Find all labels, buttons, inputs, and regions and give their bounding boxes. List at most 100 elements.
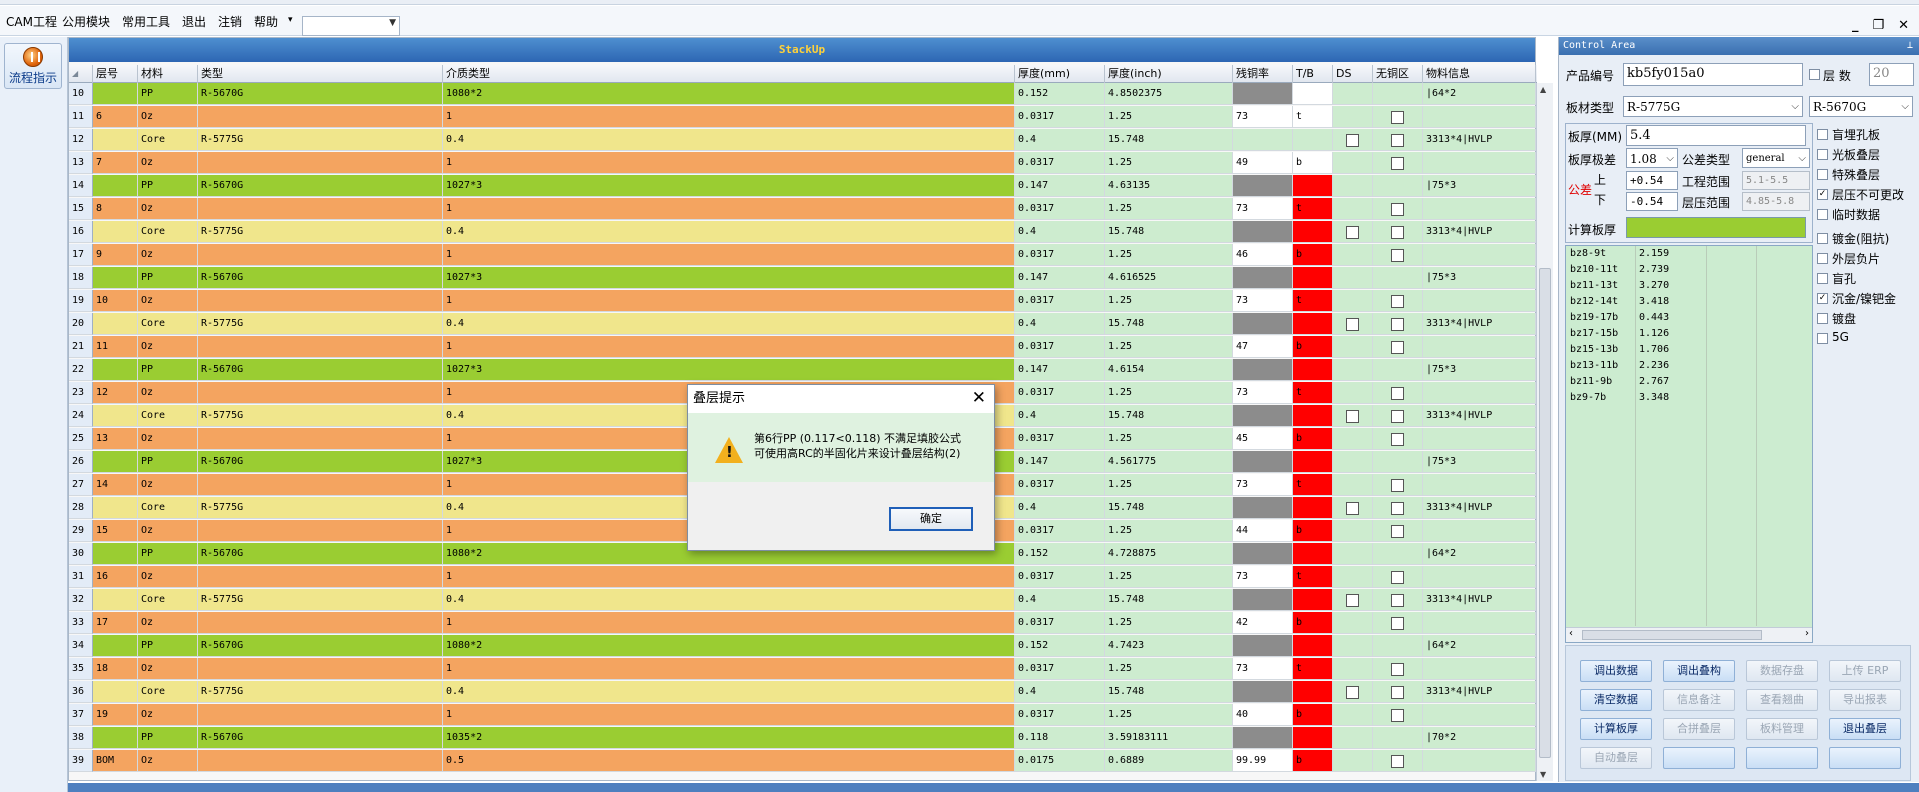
copper-rate-cell[interactable] xyxy=(1233,129,1293,151)
cell-diel[interactable]: 1027*3 xyxy=(443,175,1015,197)
cell-inch[interactable]: 1.25 xyxy=(1105,198,1233,220)
tb-cell[interactable]: b xyxy=(1293,704,1333,726)
cell-inch[interactable]: 4.63135 xyxy=(1105,175,1233,197)
copper-rate-cell[interactable]: 45 xyxy=(1233,428,1293,450)
cell-layer[interactable] xyxy=(93,129,138,151)
tb-cell[interactable] xyxy=(1293,221,1333,243)
cell-type[interactable] xyxy=(198,106,443,128)
no-copper-checkbox[interactable] xyxy=(1391,203,1404,216)
column-header[interactable]: 物料信息 xyxy=(1423,65,1536,83)
copper-rate-cell[interactable]: 73 xyxy=(1233,198,1293,220)
cell-type[interactable]: R-5775G xyxy=(198,497,443,519)
cell-layer[interactable] xyxy=(93,681,138,703)
material-info-cell[interactable]: 3313*4|HVLP xyxy=(1423,497,1536,519)
cell-type[interactable] xyxy=(198,474,443,496)
cell-type[interactable]: R-5670G xyxy=(198,83,443,105)
cell-diel[interactable]: 1027*3 xyxy=(443,359,1015,381)
cell-mm[interactable]: 0.147 xyxy=(1015,267,1105,289)
cell-mm[interactable]: 0.4 xyxy=(1015,681,1105,703)
cell-type[interactable] xyxy=(198,244,443,266)
cell-layer[interactable] xyxy=(93,267,138,289)
copper-rate-cell[interactable]: 73 xyxy=(1233,106,1293,128)
cell-inch[interactable]: 1.25 xyxy=(1105,382,1233,404)
copper-rate-cell[interactable] xyxy=(1233,589,1293,611)
material-info-cell[interactable]: |64*2 xyxy=(1423,83,1536,105)
material-info-cell[interactable] xyxy=(1423,428,1536,450)
action-button[interactable] xyxy=(1829,747,1901,769)
scroll-down-icon[interactable]: ▼ xyxy=(1540,770,1546,779)
cell-mm[interactable]: 0.4 xyxy=(1015,129,1105,151)
material-info-cell[interactable]: 3313*4|HVLP xyxy=(1423,405,1536,427)
cell-mm[interactable]: 0.0317 xyxy=(1015,152,1105,174)
cell-mat[interactable]: Core xyxy=(138,589,198,611)
cell-diel[interactable]: 1 xyxy=(443,336,1015,358)
table-row[interactable]: 15 8 Oz 1 0.0317 1.25 73 t xyxy=(69,198,1537,221)
tb-cell[interactable]: t xyxy=(1293,474,1333,496)
cell-mat[interactable]: Oz xyxy=(138,612,198,634)
upper-tolerance-field[interactable]: +0.54 xyxy=(1626,171,1678,190)
cell-mm[interactable]: 0.152 xyxy=(1015,83,1105,105)
cell-type[interactable]: R-5775G xyxy=(198,589,443,611)
option-label[interactable]: 5G xyxy=(1832,330,1849,344)
cell-diel[interactable]: 0.4 xyxy=(443,221,1015,243)
tb-cell[interactable]: t xyxy=(1293,658,1333,680)
material-info-cell[interactable] xyxy=(1423,474,1536,496)
copper-rate-cell[interactable]: 73 xyxy=(1233,290,1293,312)
no-copper-checkbox[interactable] xyxy=(1391,341,1404,354)
cell-diel[interactable]: 1035*2 xyxy=(443,727,1015,749)
cell-inch[interactable]: 3.59183111 xyxy=(1105,727,1233,749)
tb-cell[interactable]: t xyxy=(1293,566,1333,588)
cell-mm[interactable]: 0.0317 xyxy=(1015,658,1105,680)
action-button[interactable]: 上传 ERP xyxy=(1829,660,1901,682)
tb-cell[interactable]: b xyxy=(1293,520,1333,542)
tb-cell[interactable] xyxy=(1293,727,1333,749)
material-info-cell[interactable] xyxy=(1423,612,1536,634)
copper-rate-cell[interactable] xyxy=(1233,175,1293,197)
tb-cell[interactable]: t xyxy=(1293,106,1333,128)
copper-rate-cell[interactable]: 49 xyxy=(1233,152,1293,174)
cell-inch[interactable]: 15.748 xyxy=(1105,405,1233,427)
cell-mat[interactable]: Oz xyxy=(138,520,198,542)
cell-layer[interactable] xyxy=(93,175,138,197)
cell-inch[interactable]: 15.748 xyxy=(1105,129,1233,151)
cell-layer[interactable] xyxy=(93,635,138,657)
menu-cam-project[interactable]: CAM工程 xyxy=(6,13,57,30)
copper-rate-cell[interactable]: 40 xyxy=(1233,704,1293,726)
cell-mat[interactable]: PP xyxy=(138,83,198,105)
column-header[interactable]: 介质类型 xyxy=(443,65,1015,83)
scroll-right-icon[interactable]: › xyxy=(1805,628,1809,639)
no-copper-checkbox[interactable] xyxy=(1391,663,1404,676)
material-info-cell[interactable] xyxy=(1423,244,1536,266)
cell-inch[interactable]: 15.748 xyxy=(1105,589,1233,611)
option-checkbox[interactable] xyxy=(1817,233,1828,244)
no-copper-checkbox[interactable] xyxy=(1391,617,1404,630)
column-header[interactable]: 类型 xyxy=(198,65,443,83)
option-checkbox[interactable]: ✓ xyxy=(1817,189,1828,200)
column-header[interactable]: DS xyxy=(1333,65,1373,83)
tb-cell[interactable] xyxy=(1293,589,1333,611)
column-header[interactable]: 残铜率 xyxy=(1233,65,1293,83)
cell-type[interactable]: R-5670G xyxy=(198,267,443,289)
cell-diel[interactable]: 0.4 xyxy=(443,681,1015,703)
tb-cell[interactable]: t xyxy=(1293,290,1333,312)
cell-mat[interactable]: Oz xyxy=(138,382,198,404)
cell-inch[interactable]: 1.25 xyxy=(1105,704,1233,726)
cell-mm[interactable]: 0.0317 xyxy=(1015,198,1105,220)
material-info-cell[interactable] xyxy=(1423,658,1536,680)
cell-type[interactable] xyxy=(198,520,443,542)
action-button[interactable]: 板料管理 xyxy=(1746,718,1818,740)
cell-mm[interactable]: 0.118 xyxy=(1015,727,1105,749)
copper-rate-cell[interactable] xyxy=(1233,83,1293,105)
cell-inch[interactable]: 1.25 xyxy=(1105,658,1233,680)
material-info-cell[interactable]: |75*3 xyxy=(1423,267,1536,289)
cell-type[interactable] xyxy=(198,750,443,772)
no-copper-checkbox[interactable] xyxy=(1391,594,1404,607)
cell-mat[interactable]: Core xyxy=(138,313,198,335)
cell-layer[interactable] xyxy=(93,589,138,611)
menu-help[interactable]: 帮助 xyxy=(254,13,278,30)
option-label[interactable]: 盲埋孔板 xyxy=(1832,126,1880,143)
copper-rate-cell[interactable]: 73 xyxy=(1233,566,1293,588)
action-button[interactable] xyxy=(1663,747,1735,769)
cell-diel[interactable]: 1 xyxy=(443,658,1015,680)
menu-exit[interactable]: 退出 xyxy=(182,13,206,30)
